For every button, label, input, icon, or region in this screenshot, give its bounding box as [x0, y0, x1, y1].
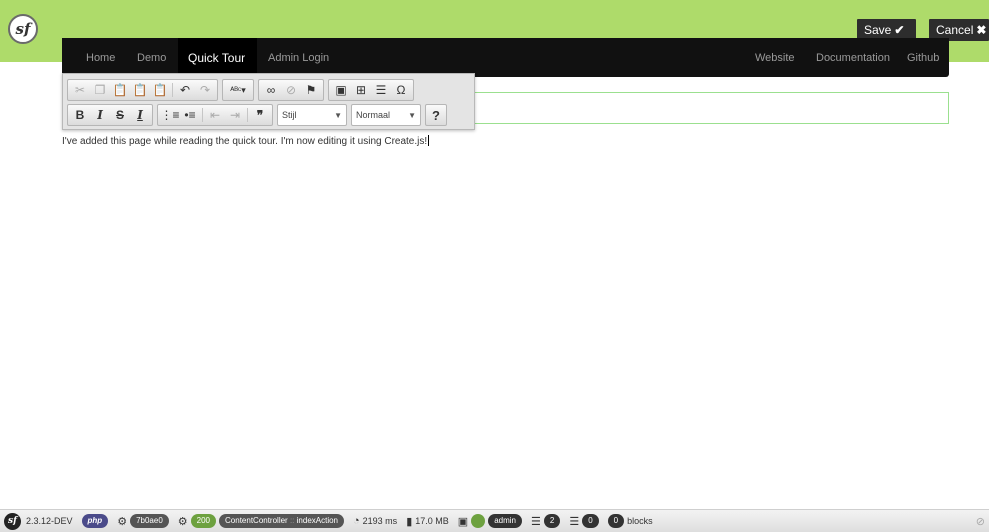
link-icon[interactable]: ∞	[261, 80, 281, 100]
outdent-icon[interactable]: ⇤	[205, 105, 225, 125]
spellcheck-icon[interactable]: ᴬᴮᶜ▾	[225, 80, 251, 100]
anchor-flag-icon[interactable]: ⚑	[301, 80, 321, 100]
nav-item-documentation[interactable]: Documentation	[816, 52, 890, 64]
memory-info[interactable]: ▮ 17.0 MB	[406, 515, 449, 528]
basic-style-group: B I S I	[67, 104, 153, 126]
controller-name: ContentController	[225, 516, 288, 525]
style-combo[interactable]: Stijl ▼	[277, 104, 347, 126]
help-button[interactable]: ?	[425, 104, 447, 126]
undo-icon[interactable]: ↶	[175, 80, 195, 100]
image-icon[interactable]: ▣	[331, 80, 351, 100]
config-info[interactable]: ⚙ 7b0ae0	[117, 514, 169, 528]
list-group: ⋮≡ •≡ ⇤ ⇥ ❞	[157, 104, 273, 126]
text-caret	[428, 135, 430, 146]
separator	[172, 83, 173, 97]
close-icon[interactable]: ⊘	[976, 515, 985, 528]
toolbar-row-2: B I S I ⋮≡ •≡ ⇤ ⇥ ❞ Stijl ▼ Normaal ▼ ?	[67, 104, 447, 126]
indent-icon[interactable]: ⇥	[225, 105, 245, 125]
separator	[247, 108, 248, 122]
database-icon: ☰	[569, 515, 580, 528]
nav-item-demo[interactable]: Demo	[137, 52, 166, 64]
insert-group: ▣ ⊞ ☰ Ω	[328, 79, 414, 101]
paste-icon[interactable]: 📋	[110, 80, 130, 100]
format-combo[interactable]: Normaal ▼	[351, 104, 421, 126]
nav-item-website[interactable]: Website	[755, 52, 795, 64]
request-info[interactable]: ⚙ 200 ContentController :: indexAction	[178, 514, 344, 528]
nav-item-quick-tour[interactable]: Quick Tour	[188, 51, 245, 65]
time-text: 2193 ms	[362, 516, 398, 526]
db-info-2[interactable]: ☰ 0	[569, 514, 599, 528]
nav-item-admin-login[interactable]: Admin Login	[268, 52, 329, 64]
editor-toolbar: ✂ ❐ 📋 📋 📋 ↶ ↷ ᴬᴮᶜ▾ ∞ ⊘ ⚑ ▣ ⊞ ☰ Ω B I S I…	[62, 73, 475, 130]
redo-icon[interactable]: ↷	[195, 80, 215, 100]
php-info[interactable]: php	[81, 514, 109, 528]
copy-icon[interactable]: ❐	[90, 80, 110, 100]
paste-text-icon[interactable]: 📋	[130, 80, 150, 100]
query-count-badge-2: 0	[582, 514, 599, 528]
paste-word-icon[interactable]: 📋	[150, 80, 170, 100]
remove-format-icon[interactable]: I	[130, 105, 150, 125]
special-char-icon[interactable]: Ω	[391, 80, 411, 100]
bold-icon[interactable]: B	[70, 105, 90, 125]
memory-text: 17.0 MB	[415, 516, 449, 526]
user-icon: ▣	[457, 515, 469, 528]
db-info-1[interactable]: ☰ 2	[530, 514, 561, 528]
unlink-icon[interactable]: ⊘	[281, 80, 301, 100]
gears-icon: ⚙	[177, 515, 188, 528]
action-name: indexAction	[296, 516, 338, 525]
bulleted-list-icon[interactable]: •≡	[180, 105, 200, 125]
check-icon: ✔	[894, 23, 905, 37]
blocks-info[interactable]: 0 blocks	[607, 514, 653, 528]
version-text: 2.3.12-DEV	[26, 516, 73, 526]
memory-icon: ▮	[406, 515, 413, 528]
italic-icon[interactable]: I	[90, 105, 110, 125]
save-label: Save	[864, 23, 892, 37]
clipboard-group: ✂ ❐ 📋 📋 📋 ↶ ↷	[67, 79, 218, 101]
blocks-label: blocks	[627, 516, 653, 526]
style-combo-label: Stijl	[282, 110, 297, 120]
chevron-down-icon: ▼	[408, 110, 416, 120]
blockquote-icon[interactable]: ❞	[250, 105, 270, 125]
symfony-logo: sf	[8, 14, 38, 44]
action-separator: ::	[289, 516, 295, 525]
blocks-count-badge: 0	[607, 514, 625, 528]
numbered-list-icon[interactable]: ⋮≡	[160, 105, 180, 125]
table-icon[interactable]: ⊞	[351, 80, 371, 100]
close-icon: ✖	[976, 23, 987, 37]
editable-content[interactable]: I've added this page while reading the q…	[62, 135, 430, 147]
cancel-label: Cancel	[936, 23, 974, 37]
separator	[202, 108, 203, 122]
user-badge: admin	[488, 514, 522, 528]
status-badge: 200	[190, 514, 217, 528]
database-icon: ☰	[530, 515, 541, 528]
spellcheck-group: ᴬᴮᶜ▾	[222, 79, 254, 101]
controller-badge: ContentController :: indexAction	[219, 514, 344, 528]
symfony-debug-logo[interactable]: sf	[4, 512, 21, 530]
symfony-version[interactable]: 2.3.12-DEV	[26, 516, 73, 526]
query-count-badge: 2	[543, 514, 561, 528]
debug-toolbar: sf 2.3.12-DEV php ⚙ 7b0ae0 ⚙ 200 ContentCon…	[0, 509, 989, 532]
nav-item-github[interactable]: Github	[907, 52, 939, 64]
config-icon: ⚙	[117, 515, 128, 528]
security-info[interactable]: ▣ admin	[458, 514, 522, 528]
timer-icon: ◔	[353, 515, 360, 527]
toolbar-row-1: ✂ ❐ 📋 📋 📋 ↶ ↷ ᴬᴮᶜ▾ ∞ ⊘ ⚑ ▣ ⊞ ☰ Ω	[67, 79, 418, 101]
nav-item-home[interactable]: Home	[86, 52, 115, 64]
chevron-down-icon: ▼	[334, 110, 342, 120]
horizontal-line-icon[interactable]: ☰	[371, 80, 391, 100]
token-badge: 7b0ae0	[130, 514, 169, 528]
content-text: I've added this page while reading the q…	[62, 136, 428, 147]
link-group: ∞ ⊘ ⚑	[258, 79, 324, 101]
auth-status-dot	[471, 514, 486, 528]
cut-icon[interactable]: ✂	[70, 80, 90, 100]
strike-icon[interactable]: S	[110, 105, 130, 125]
format-combo-label: Normaal	[356, 110, 391, 120]
main-nav: Home Demo Quick Tour Admin Login Website…	[62, 38, 949, 77]
timer-info[interactable]: ◔ 2193 ms	[353, 515, 397, 527]
php-badge: php	[81, 514, 109, 528]
